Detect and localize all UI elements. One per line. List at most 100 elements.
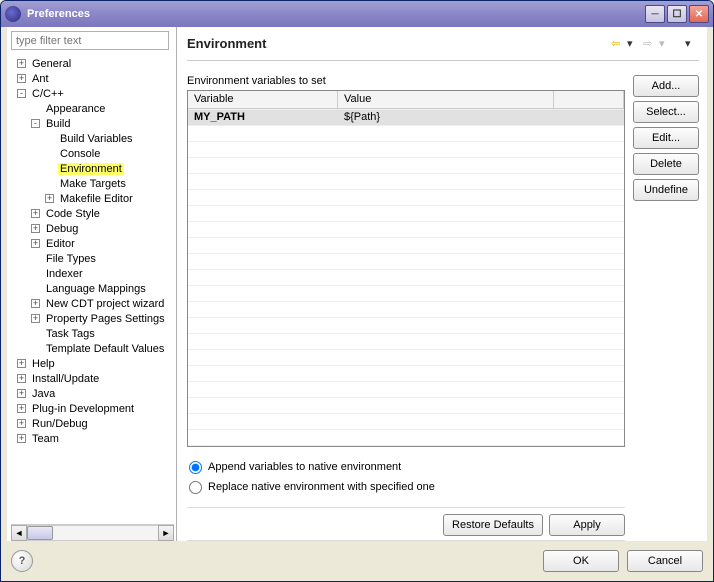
expand-icon[interactable]: + [17,389,26,398]
tree-node-language-mappings[interactable]: Language Mappings [11,281,176,296]
scroll-right-arrow[interactable]: ► [158,525,174,541]
edit-button[interactable]: Edit... [633,127,699,149]
tree-node-appearance[interactable]: Appearance [11,101,176,116]
tree-node-environment[interactable]: Environment [11,161,176,176]
tree-node-build-variables[interactable]: Build Variables [11,131,176,146]
tree-node-file-types[interactable]: File Types [11,251,176,266]
twisty-spacer [45,164,54,173]
minimize-button[interactable]: ─ [645,5,665,23]
filter-input[interactable] [11,31,169,50]
expand-icon[interactable]: + [31,299,40,308]
restore-defaults-button[interactable]: Restore Defaults [443,514,543,536]
select-button[interactable]: Select... [633,101,699,123]
expand-icon[interactable]: + [17,374,26,383]
help-button[interactable]: ? [11,550,33,572]
tree-node-code-style[interactable]: + Code Style [11,206,176,221]
add-button[interactable]: Add... [633,75,699,97]
apply-button[interactable]: Apply [549,514,625,536]
tree-label: Make Targets [58,178,128,190]
tree-node-ant[interactable]: + Ant [11,71,176,86]
nav-back-icon[interactable]: ⇦ [611,37,625,51]
scroll-thumb[interactable] [27,526,53,540]
collapse-icon[interactable]: - [17,89,26,98]
twisty-spacer [45,149,54,158]
env-variables-table[interactable]: Variable Value MY_PATH${Path} [187,90,625,447]
tree-node-help[interactable]: + Help [11,356,176,371]
tree-label: Ant [30,73,51,85]
nav-forward-icon[interactable]: ⇨ [643,37,657,51]
expand-icon[interactable]: + [17,434,26,443]
tree-label: Install/Update [30,373,101,385]
preference-tree[interactable]: +General+Ant-C/C++Appearance-BuildBuild … [11,54,176,524]
tree-node-plug-in-development[interactable]: +Plug-in Development [11,401,176,416]
collapse-icon[interactable]: - [31,119,40,128]
tree-node-install-update[interactable]: + Install/Update [11,371,176,386]
expand-icon[interactable]: + [31,209,40,218]
column-variable[interactable]: Variable [188,91,338,108]
tree-label: File Types [44,253,98,265]
expand-icon[interactable]: + [17,359,26,368]
expand-icon[interactable]: + [17,74,26,83]
tree-node-run-debug[interactable]: +Run/Debug [11,416,176,431]
maximize-button[interactable]: ☐ [667,5,687,23]
ok-button[interactable]: OK [543,550,619,572]
tree-node-new-cdt-project-wizard[interactable]: +New CDT project wizard [11,296,176,311]
scroll-left-arrow[interactable]: ◄ [11,525,27,541]
expand-icon[interactable]: + [31,314,40,323]
tree-label: Code Style [44,208,102,220]
page-button-row: Restore Defaults Apply [187,507,625,541]
expand-icon[interactable]: + [31,239,40,248]
tree-node-console[interactable]: Console [11,146,176,161]
tree-node-indexer[interactable]: Indexer [11,266,176,281]
tree-node-build[interactable]: -Build [11,116,176,131]
view-menu-icon[interactable]: ▾ [685,37,699,51]
expand-icon[interactable]: + [17,419,26,428]
expand-icon[interactable]: + [17,59,26,68]
column-value[interactable]: Value [338,91,554,108]
tree-node-debug[interactable]: +Debug [11,221,176,236]
twisty-spacer [31,344,40,353]
expand-icon[interactable]: + [45,194,54,203]
horizontal-scrollbar[interactable]: ◄ ► [11,524,174,541]
twisty-spacer [31,269,40,278]
radio-append[interactable]: Append variables to native environment [189,457,623,477]
tree-node-general[interactable]: +General [11,56,176,71]
tree-node-make-targets[interactable]: Make Targets [11,176,176,191]
preferences-window: Preferences ─ ☐ ✕ +General+Ant-C/C++Appe… [0,0,714,582]
radio-group: Append variables to native environment R… [187,447,625,503]
table-row[interactable]: MY_PATH${Path} [188,109,624,125]
tree-node-template-default-values[interactable]: Template Default Values [11,341,176,356]
delete-button[interactable]: Delete [633,153,699,175]
radio-replace[interactable]: Replace native environment with specifie… [189,477,623,497]
expand-icon[interactable]: + [17,404,26,413]
undefine-button[interactable]: Undefine [633,179,699,201]
tree-label: Build [44,118,72,130]
tree-label: Appearance [44,103,107,115]
tree-node-property-pages-settings[interactable]: +Property Pages Settings [11,311,176,326]
twisty-spacer [45,179,54,188]
tree-node-java[interactable]: + Java [11,386,176,401]
tree-node-editor[interactable]: +Editor [11,236,176,251]
nav-back-menu-icon[interactable]: ▾ [627,37,641,51]
tree-label: Indexer [44,268,85,280]
tree-node-c-c-[interactable]: -C/C++ [11,86,176,101]
right-panel: Environment ⇦ ▾ ⇨ ▾ ▾ Environment variab… [177,27,707,541]
table-body[interactable]: MY_PATH${Path} [188,109,624,446]
radio-append-input[interactable] [189,461,202,474]
tree-label: Environment [58,163,124,175]
close-button[interactable]: ✕ [689,5,709,23]
twisty-spacer [31,104,40,113]
expand-icon[interactable]: + [31,224,40,233]
tree-node-team[interactable]: +Team [11,431,176,446]
heading-row: Environment ⇦ ▾ ⇨ ▾ ▾ [187,27,699,61]
tree-label: Help [30,358,57,370]
column-spare [554,91,624,108]
tree-node-makefile-editor[interactable]: +Makefile Editor [11,191,176,206]
cancel-button[interactable]: Cancel [627,550,703,572]
twisty-spacer [31,284,40,293]
radio-replace-input[interactable] [189,481,202,494]
tree-label: Java [30,388,57,400]
nav-forward-menu-icon[interactable]: ▾ [659,37,673,51]
tree-node-task-tags[interactable]: Task Tags [11,326,176,341]
scroll-track[interactable] [27,525,158,541]
